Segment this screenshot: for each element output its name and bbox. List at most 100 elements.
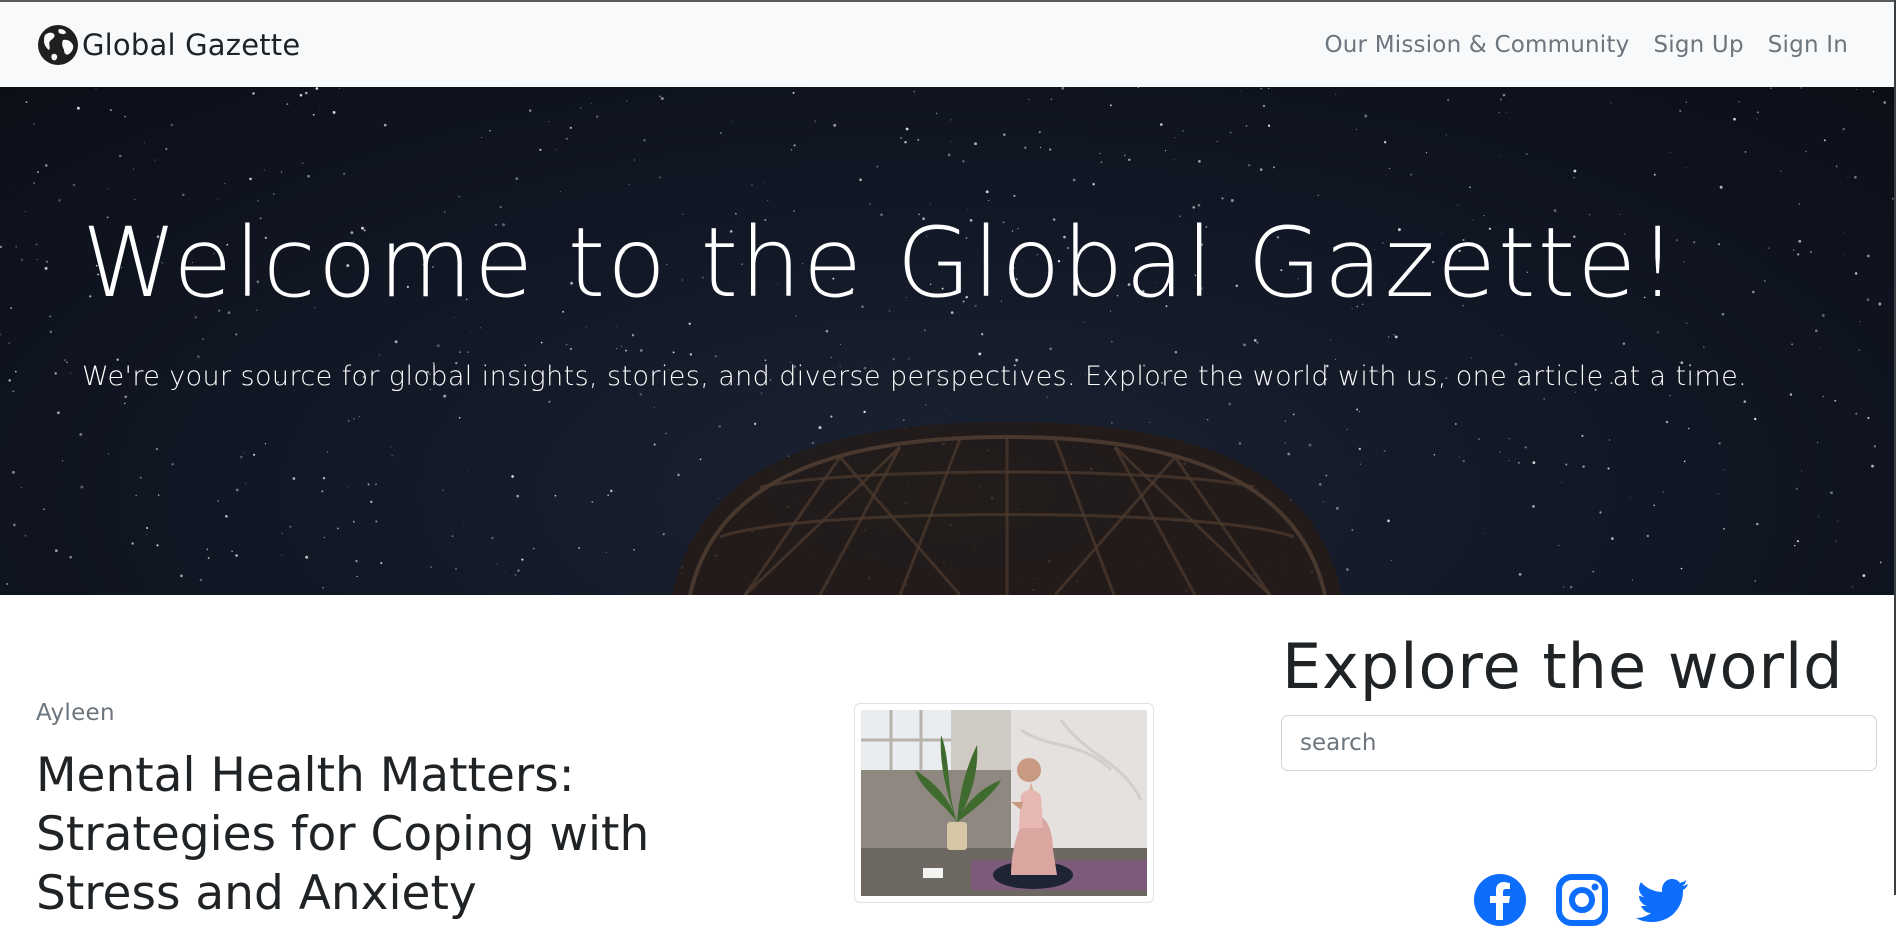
- star: [124, 395, 128, 399]
- star: [1558, 545, 1560, 547]
- star: [1646, 534, 1649, 538]
- star: [876, 165, 879, 168]
- star: [596, 115, 599, 118]
- star: [1563, 586, 1565, 588]
- star: [243, 452, 245, 454]
- star: [1608, 439, 1611, 441]
- star: [900, 137, 902, 139]
- nav-link-sign-in[interactable]: Sign In: [1768, 32, 1848, 58]
- star: [1719, 185, 1723, 189]
- star: [569, 347, 573, 351]
- star: [1795, 487, 1798, 490]
- star: [66, 361, 68, 364]
- star: [45, 164, 48, 167]
- star: [869, 203, 871, 205]
- star: [689, 353, 693, 356]
- star: [1330, 339, 1332, 341]
- star: [1800, 470, 1803, 472]
- brand-link[interactable]: Global Gazette: [36, 23, 300, 67]
- star: [818, 426, 822, 430]
- twitter-icon[interactable]: [1636, 872, 1692, 928]
- star: [391, 454, 393, 457]
- star: [580, 107, 582, 109]
- star: [257, 199, 259, 202]
- article-card[interactable]: Ayleen Mental Health Matters: Strategies…: [36, 700, 816, 923]
- star: [659, 95, 661, 97]
- star: [33, 123, 35, 125]
- star: [1883, 101, 1887, 104]
- star: [301, 162, 304, 164]
- star: [1653, 173, 1656, 176]
- star: [390, 446, 392, 448]
- star: [157, 494, 160, 496]
- facebook-icon[interactable]: [1472, 872, 1528, 928]
- star: [1879, 561, 1882, 564]
- star: [714, 355, 717, 358]
- star: [13, 185, 15, 186]
- star: [1508, 438, 1510, 440]
- star: [1498, 155, 1500, 157]
- social-links: [1472, 872, 1692, 928]
- star: [326, 451, 328, 453]
- star: [1356, 408, 1359, 411]
- star: [1351, 529, 1354, 531]
- star: [962, 160, 965, 163]
- star: [49, 315, 51, 318]
- star: [988, 199, 990, 202]
- star: [1083, 321, 1085, 323]
- star: [1469, 186, 1471, 189]
- article-thumbnail[interactable]: [854, 703, 1154, 903]
- star: [590, 102, 592, 105]
- star: [170, 123, 174, 127]
- star: [336, 527, 339, 530]
- sidebar-heading: Explore the world: [1282, 630, 1844, 703]
- star: [1756, 522, 1759, 526]
- star: [1346, 428, 1348, 430]
- star: [1718, 442, 1721, 445]
- star: [118, 154, 122, 158]
- star: [375, 483, 377, 485]
- star: [1128, 158, 1131, 161]
- star: [610, 489, 613, 493]
- hero-subtitle: We're your source for global insights, s…: [82, 361, 1748, 392]
- star: [1267, 124, 1271, 127]
- nav-link-sign-up[interactable]: Sign Up: [1653, 32, 1743, 58]
- star: [1506, 112, 1508, 114]
- star: [1723, 527, 1726, 530]
- star: [1823, 139, 1826, 142]
- star: [1815, 329, 1818, 333]
- star: [660, 97, 664, 100]
- star: [307, 174, 310, 178]
- star: [6, 582, 9, 586]
- hero-background-image: [0, 87, 1894, 595]
- star: [1149, 421, 1151, 423]
- star: [321, 490, 324, 493]
- star: [143, 142, 146, 144]
- star: [442, 489, 444, 491]
- star: [1260, 87, 1263, 90]
- star: [1174, 350, 1178, 354]
- star: [554, 149, 557, 151]
- star: [1851, 586, 1854, 588]
- article-title[interactable]: Mental Health Matters: Strategies for Co…: [36, 746, 796, 923]
- star: [548, 400, 551, 403]
- star: [305, 555, 309, 559]
- star: [764, 182, 766, 184]
- star: [1410, 173, 1413, 176]
- star: [332, 110, 336, 114]
- star: [355, 559, 358, 563]
- navbar: Global Gazette Our Mission & Community S…: [0, 0, 1896, 87]
- star: [1751, 290, 1755, 294]
- star: [1174, 158, 1176, 160]
- star: [672, 351, 675, 354]
- instagram-icon[interactable]: [1554, 872, 1610, 928]
- star: [1317, 194, 1319, 196]
- star: [517, 569, 520, 572]
- star: [908, 358, 910, 360]
- star: [1425, 152, 1428, 154]
- search-input[interactable]: [1281, 715, 1877, 771]
- nav-link-mission[interactable]: Our Mission & Community: [1324, 32, 1629, 58]
- star: [569, 126, 572, 129]
- star: [10, 307, 13, 310]
- star: [61, 460, 64, 462]
